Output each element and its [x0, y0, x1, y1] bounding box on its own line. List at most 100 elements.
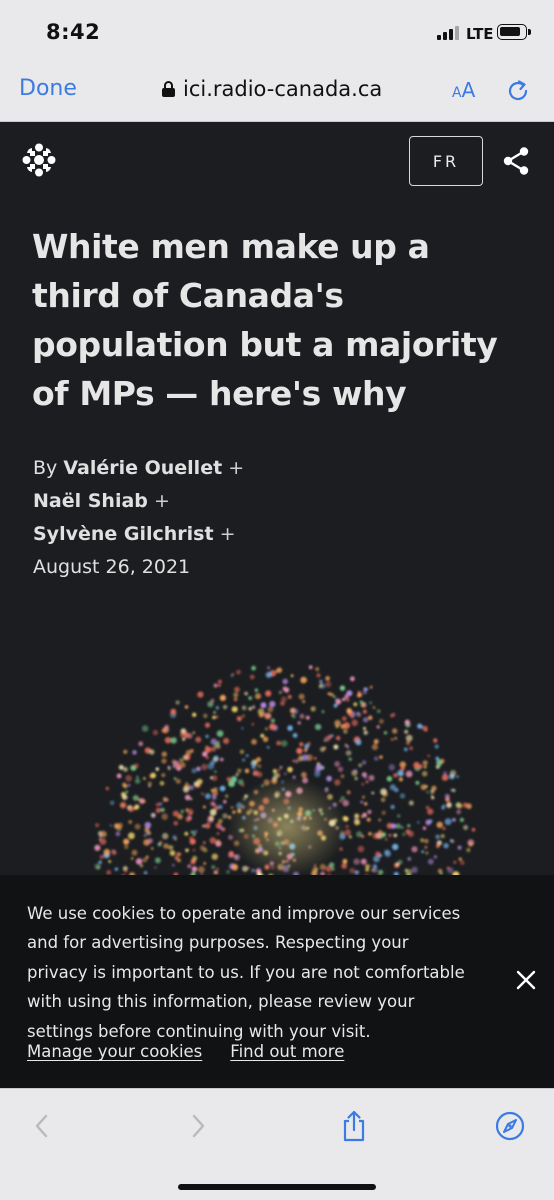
particle-dot [456, 809, 462, 815]
particle-dot [296, 747, 303, 755]
particle-dot [103, 848, 111, 856]
particle-dot [395, 823, 401, 829]
particle-dot [130, 857, 134, 860]
particle-dot [105, 786, 109, 791]
back-icon[interactable] [26, 1109, 58, 1143]
particle-dot [127, 783, 131, 787]
particle-dot [460, 860, 465, 866]
particle-dot [140, 864, 143, 868]
compass-icon[interactable] [494, 1109, 526, 1143]
particle-dot [150, 847, 154, 850]
particle-dot [348, 757, 352, 761]
particle-dot [203, 825, 206, 828]
author-name[interactable]: Naël Shiab [33, 490, 148, 512]
manage-cookies-link[interactable]: Manage your cookies [27, 1042, 202, 1061]
particle-dot [217, 745, 221, 749]
particle-dot [222, 813, 228, 819]
particle-dot [191, 866, 198, 872]
particle-dot [287, 725, 293, 731]
particle-dot [341, 863, 348, 869]
particle-dot [210, 776, 213, 779]
browser-nav-bar: Done ici.radio-canada.ca AA [0, 66, 554, 122]
particle-dot [376, 833, 380, 837]
particle-dot [316, 673, 321, 678]
author-name[interactable]: Valérie Ouellet [63, 457, 222, 479]
particle-dot [395, 862, 400, 866]
share-icon[interactable] [338, 1109, 370, 1143]
particle-dot [123, 869, 128, 873]
particle-dot [383, 731, 388, 735]
particle-dot [453, 860, 457, 864]
particle-dot [361, 760, 367, 765]
text-size-button[interactable]: AA [452, 78, 475, 102]
particle-dot [160, 807, 165, 812]
particle-dot [202, 847, 208, 853]
particle-dot [456, 775, 459, 779]
share-article-icon[interactable] [500, 145, 532, 177]
done-button[interactable]: Done [19, 76, 77, 101]
particle-dot [242, 865, 249, 872]
particle-dot [335, 698, 342, 705]
particle-dot [425, 805, 430, 810]
particle-dot [217, 740, 220, 744]
particle-dot [334, 761, 340, 767]
particle-dot [197, 691, 204, 698]
particle-dot [111, 850, 117, 856]
author-expand-button[interactable]: + [154, 490, 170, 512]
particle-dot [108, 860, 112, 863]
particle-dot [276, 740, 281, 746]
particle-dot [254, 693, 262, 700]
particle-dot [406, 740, 411, 745]
particle-dot [302, 700, 306, 703]
particle-dot [248, 707, 252, 711]
particle-dot [163, 843, 169, 849]
particle-dot [196, 766, 201, 772]
particle-dot [233, 692, 239, 698]
particle-dot [179, 758, 184, 763]
language-toggle-button[interactable]: FR [409, 136, 483, 186]
particle-dot [343, 729, 348, 734]
close-icon[interactable] [514, 968, 538, 992]
particle-dot [356, 711, 360, 715]
particle-dot [171, 863, 175, 867]
particle-dot [451, 840, 455, 844]
particle-dot [173, 821, 179, 826]
network-label: LTE [466, 25, 494, 43]
particle-dot [149, 749, 155, 755]
particle-dot [192, 855, 198, 861]
particle-dot [99, 854, 104, 860]
cbc-logo-icon[interactable] [22, 143, 56, 177]
author-name[interactable]: Sylvène Gilchrist [33, 523, 214, 545]
particle-dot [215, 715, 219, 719]
particle-dot [222, 704, 228, 710]
status-time: 8:42 [46, 20, 101, 44]
particle-dot [390, 714, 394, 718]
particle-dot [335, 735, 341, 741]
particle-dot [375, 851, 381, 857]
author-expand-button[interactable]: + [220, 523, 236, 545]
particle-dot [123, 838, 130, 845]
particle-dot [241, 727, 244, 730]
particle-dot [371, 791, 375, 795]
particle-dot [115, 831, 121, 837]
particle-dot [346, 708, 352, 714]
forward-icon[interactable] [182, 1109, 214, 1143]
particle-dot [364, 775, 368, 780]
particle-dot [226, 870, 230, 874]
particle-dot [137, 798, 141, 801]
find-out-more-link[interactable]: Find out more [230, 1042, 344, 1061]
particle-dot [279, 765, 283, 769]
particle-dot [166, 798, 169, 802]
particle-dot [366, 817, 371, 822]
particle-dot [308, 665, 313, 670]
particle-dot [202, 805, 206, 809]
particle-dot [380, 797, 386, 803]
reload-icon[interactable] [505, 78, 531, 104]
author-expand-button[interactable]: + [228, 457, 244, 479]
url-field[interactable]: ici.radio-canada.ca [162, 77, 382, 101]
particle-dot [434, 744, 439, 749]
particle-dot [260, 702, 267, 709]
particle-dot [128, 832, 135, 840]
particle-dot [226, 777, 231, 782]
particle-dot [398, 777, 403, 782]
